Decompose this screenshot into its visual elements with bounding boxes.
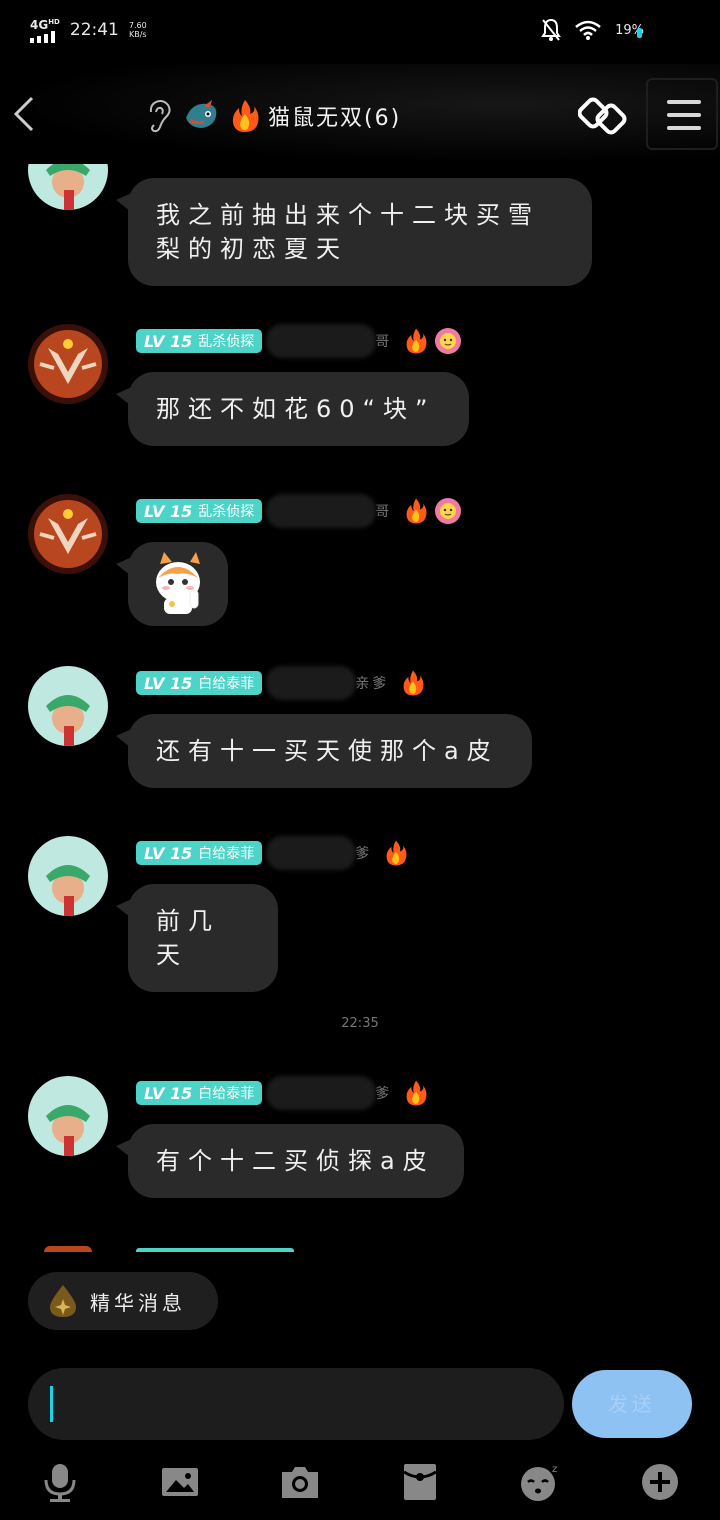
- message-text: 有个十二买侦探a皮: [156, 1147, 435, 1175]
- fire-icon: [406, 328, 427, 354]
- message-input[interactable]: [28, 1368, 564, 1440]
- avatar[interactable]: [28, 1076, 108, 1156]
- level-text: LV 15: [144, 673, 193, 693]
- chain-link-icon[interactable]: [578, 92, 628, 140]
- member-title: 乱杀侦探: [198, 334, 255, 350]
- avatar[interactable]: [28, 836, 108, 916]
- signal-icon: [30, 31, 60, 43]
- fire-icon: [386, 840, 407, 866]
- chat-title: 猫鼠无双(6): [268, 106, 402, 131]
- redacted-nickname: [266, 324, 377, 358]
- bell-off-icon: [541, 18, 561, 41]
- level-text: LV 15: [144, 1083, 193, 1103]
- fire-icon: [232, 100, 259, 132]
- emoji-icon[interactable]: z: [518, 1460, 562, 1504]
- status-bar: 4GHD 22:41 7.60 KB/s 19%: [0, 0, 720, 64]
- image-icon[interactable]: [158, 1460, 202, 1504]
- redacted-nickname: [266, 1076, 377, 1110]
- microphone-icon[interactable]: [38, 1460, 82, 1504]
- hamburger-icon[interactable]: [646, 78, 718, 150]
- message-list[interactable]: 我之前抽出来个十二块买雪 梨的初恋夏天 LV 15乱杀侦探 亲哥 那还不如花60…: [0, 164, 720, 1252]
- level-badge: [136, 1248, 294, 1252]
- sender-info: LV 15乱杀侦探 亲哥: [136, 494, 462, 528]
- avatar: [44, 1246, 92, 1252]
- dragon-emoji-icon: [186, 100, 217, 128]
- flower-face-icon: [435, 498, 462, 524]
- input-toolbar: z: [0, 1452, 720, 1512]
- battery-icon: [637, 28, 642, 38]
- sender-info: LV 15 白给泰菲 勺亲爹: [136, 666, 427, 700]
- sender-info: LV 15乱杀侦探 亲哥: [136, 324, 462, 358]
- level-text: LV 15: [144, 843, 193, 863]
- sender-info: LV 15白给泰菲 、爹: [136, 1076, 430, 1110]
- fire-icon: [406, 498, 427, 524]
- ear-icon[interactable]: [146, 99, 174, 133]
- send-button[interactable]: 发送: [572, 1370, 692, 1438]
- avatar[interactable]: [28, 324, 108, 404]
- essence-messages-button[interactable]: 精华消息: [28, 1272, 218, 1330]
- avatar[interactable]: [28, 164, 108, 210]
- fire-icon: [403, 670, 424, 696]
- essence-label: 精华消息: [90, 1290, 186, 1315]
- wifi-icon: [575, 20, 601, 40]
- message-text: 前几天: [156, 907, 220, 969]
- droplet-icon: [50, 1285, 76, 1317]
- sender-info: LV 15白给泰菲 亲爹: [136, 836, 410, 870]
- camera-icon[interactable]: [278, 1460, 322, 1504]
- timestamp: 22:35: [341, 1016, 379, 1031]
- avatar[interactable]: [28, 666, 108, 746]
- speed-value: 7.60: [128, 20, 147, 30]
- member-title: 白给泰菲: [198, 846, 255, 862]
- message-bubble[interactable]: 还有十一买天使那个a皮: [116, 714, 532, 788]
- member-title: 乱杀侦探: [198, 504, 255, 520]
- level-badge: LV 15 乱杀侦探: [136, 329, 263, 353]
- chevron-left-icon[interactable]: [10, 94, 40, 134]
- level-text: LV 15: [144, 331, 193, 351]
- speed-unit: KB/s: [128, 29, 147, 39]
- plus-icon[interactable]: [638, 1460, 682, 1504]
- red-packet-icon[interactable]: [398, 1460, 442, 1504]
- redacted-nickname: [266, 494, 377, 528]
- fire-icon: [406, 1080, 427, 1106]
- flower-face-icon: [435, 328, 462, 354]
- message-text-line2: 梨的初恋夏天: [156, 235, 348, 263]
- text-cursor: [50, 1386, 53, 1422]
- member-title: 白给泰菲: [198, 1086, 255, 1102]
- level-text: LV 15: [144, 501, 193, 521]
- message-text: 那还不如花60“块”: [156, 395, 436, 423]
- avatar[interactable]: [28, 494, 108, 574]
- level-badge: LV 15 乱杀侦探: [136, 499, 263, 523]
- level-badge: LV 15 白给泰菲: [136, 671, 263, 695]
- network-speed: 7.60 KB/s: [129, 21, 147, 39]
- message-text: 还有十一买天使那个a皮: [156, 737, 499, 765]
- chat-header: 猫鼠无双(6): [0, 64, 720, 164]
- clock: 22:41: [69, 19, 119, 40]
- message-text-line1: 我之前抽出来个十二块买雪: [156, 201, 540, 229]
- redacted-nickname: [266, 836, 357, 870]
- cat-sticker: [156, 552, 200, 614]
- message-bubble[interactable]: 那还不如花60“块”: [116, 372, 469, 446]
- level-badge: LV 15 白给泰菲: [136, 841, 263, 865]
- sticker-bubble[interactable]: [116, 542, 228, 626]
- message-bubble[interactable]: 前几天: [116, 884, 278, 992]
- member-title: 白给泰菲: [198, 676, 255, 692]
- svg-text:z: z: [552, 1464, 557, 1475]
- list-edge: [0, 1244, 720, 1252]
- network-type: 4G: [30, 18, 49, 32]
- network-sup: HD: [48, 18, 60, 26]
- message-bubble[interactable]: 我之前抽出来个十二块买雪 梨的初恋夏天: [116, 178, 592, 286]
- message-bubble[interactable]: 有个十二买侦探a皮: [116, 1124, 464, 1198]
- redacted-nickname: [266, 666, 357, 700]
- level-badge: LV 15 白给泰菲: [136, 1081, 263, 1105]
- network-indicator: 4GHD: [30, 16, 60, 43]
